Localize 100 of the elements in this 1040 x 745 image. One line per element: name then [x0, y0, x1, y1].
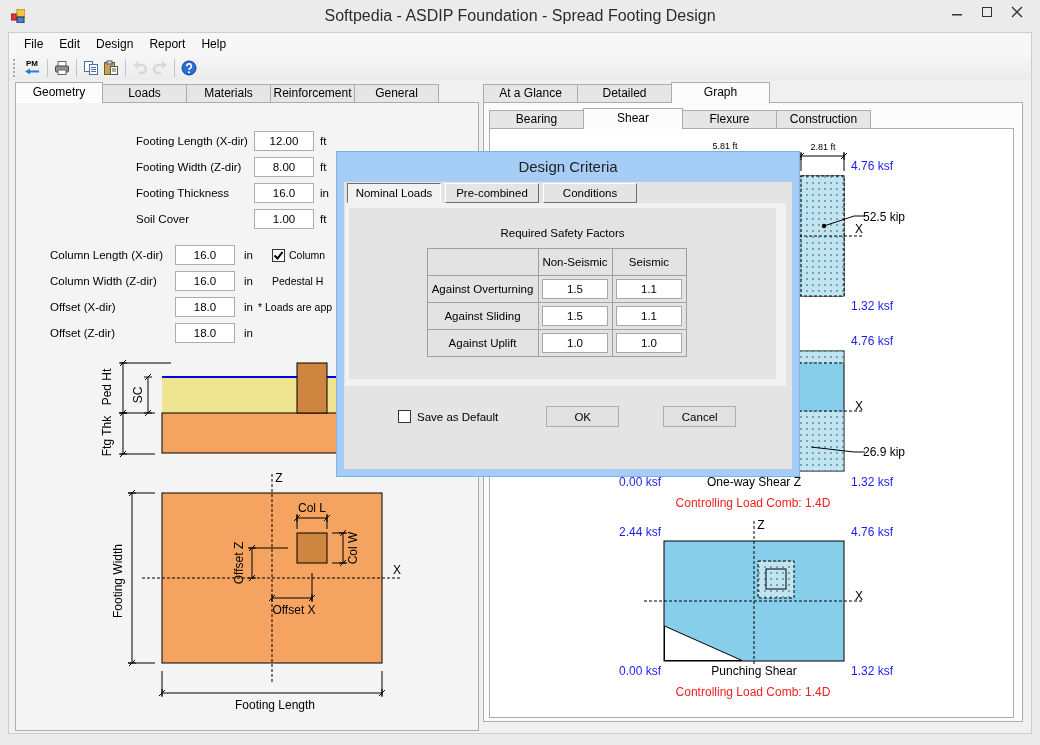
arrow-icon: [24, 68, 40, 75]
force-value: 26.9 kip: [863, 445, 906, 459]
pressure-value: 1.32 ksf: [851, 475, 894, 489]
dimension-line: [797, 151, 848, 172]
dialog-title: Design Criteria: [517, 157, 619, 177]
field-label: Footing Thickness: [136, 187, 231, 199]
tab[interactable]: General: [354, 84, 439, 102]
dimension-label: Offset X: [272, 603, 316, 617]
tab[interactable]: Pre-combined: [445, 183, 539, 203]
tab[interactable]: Graph: [671, 82, 770, 103]
tab[interactable]: Nominal Loads: [347, 183, 441, 203]
input-field[interactable]: 16.0: [175, 245, 235, 265]
menu-item[interactable]: Edit: [51, 37, 89, 51]
printer-icon[interactable]: [54, 59, 70, 76]
input-field[interactable]: 1.5: [542, 279, 608, 299]
dimension-line: [247, 544, 289, 582]
app-icon: [11, 9, 25, 23]
axis-label: Z: [757, 518, 765, 532]
dimension-label: Footing Length: [234, 698, 316, 712]
field-label: Column Width (Z-dir): [50, 275, 158, 287]
pm-button[interactable]: PM: [23, 60, 41, 75]
checkbox-label: Save as Default: [417, 410, 499, 423]
pressure-value: 0.00 ksf: [619, 664, 662, 678]
pressure-value: 1.32 ksf: [851, 299, 894, 313]
tab[interactable]: Shear: [583, 108, 683, 129]
tab[interactable]: Conditions: [543, 183, 637, 203]
copy-icon[interactable]: [83, 59, 99, 76]
tab[interactable]: Flexure: [682, 110, 777, 128]
dimension-label: 2.81 ft: [810, 142, 836, 152]
input-field[interactable]: 12.00: [254, 131, 314, 151]
menu-item[interactable]: File: [16, 37, 52, 51]
dimension-label: 5.81 ft: [712, 141, 738, 151]
dimension-label: Footing Width: [111, 544, 125, 618]
pressure-value: 4.76 ksf: [851, 525, 894, 539]
unit-label: in: [244, 327, 254, 339]
column-header: Non-Seismic: [538, 248, 612, 276]
note-text: * Loads are app: [258, 301, 333, 313]
tab[interactable]: Geometry: [15, 82, 103, 103]
field-label: Column Length (X-dir): [50, 249, 165, 261]
pressure-value: 0.00 ksf: [619, 475, 662, 489]
unit-label: in: [244, 301, 254, 313]
menu-item[interactable]: Report: [141, 37, 194, 51]
axis-label: Z: [275, 471, 283, 485]
input-field[interactable]: 16.0: [254, 183, 314, 203]
input-field[interactable]: 18.0: [175, 297, 235, 317]
help-icon[interactable]: [181, 59, 197, 76]
axis-label: X: [855, 399, 863, 413]
input-field[interactable]: 16.0: [175, 271, 235, 291]
tab[interactable]: Detailed: [577, 84, 672, 102]
load-combination: Controlling Load Comb: 1.4D: [675, 496, 831, 510]
input-field[interactable]: 1.0: [542, 333, 608, 353]
input-field[interactable]: 1.1: [616, 279, 682, 299]
field-label: Footing Length (X-dir): [136, 135, 248, 147]
field-label: Footing Width (Z-dir): [136, 161, 243, 173]
input-field[interactable]: 1.00: [254, 209, 314, 229]
unit-label: in: [244, 275, 254, 287]
unit-label: ft: [320, 161, 328, 173]
pressure-value: 1.32 ksf: [851, 664, 894, 678]
window-title: Softpedia - ASDIP Foundation - Spread Footing Design: [324, 7, 716, 25]
checkbox[interactable]: [272, 248, 285, 262]
input-field[interactable]: 1.0: [616, 333, 682, 353]
field-label: Pedestal H: [271, 275, 325, 287]
input-field[interactable]: 1.1: [616, 306, 682, 326]
dimension-label: SC: [131, 386, 145, 404]
tab[interactable]: Reinforcement: [270, 84, 355, 102]
field-label: Offset (Z-dir): [50, 327, 116, 339]
input-field[interactable]: 1.5: [542, 306, 608, 326]
tab[interactable]: Loads: [102, 84, 187, 102]
dimension-label: Col L: [298, 501, 326, 515]
menu-item[interactable]: Help: [193, 37, 235, 51]
tab[interactable]: Construction: [776, 110, 871, 128]
pressure-value: 2.44 ksf: [619, 525, 662, 539]
checkbox[interactable]: [398, 410, 411, 423]
unit-label: in: [320, 187, 329, 199]
tab[interactable]: Bearing: [489, 110, 584, 128]
pressure-value: 4.76 ksf: [851, 334, 894, 348]
input-field[interactable]: 18.0: [175, 323, 235, 343]
dimension-label: Ped Ht: [100, 368, 114, 406]
unit-label: ft: [320, 213, 328, 225]
dimension-label: Ftg Thk: [100, 415, 114, 457]
row-header: Against Sliding: [427, 302, 538, 330]
column-header: Seismic: [612, 248, 686, 276]
field-label: Soil Cover: [136, 213, 191, 225]
tab[interactable]: At a Glance: [483, 84, 578, 102]
checkbox-label: Column: [289, 249, 326, 261]
input-field[interactable]: 8.00: [254, 157, 314, 177]
graph-title: One-way Shear Z: [707, 475, 801, 489]
dialog-button[interactable]: OK: [546, 406, 620, 427]
field-label: Offset (X-dir): [50, 301, 117, 313]
unit-label: ft: [320, 135, 328, 147]
axis-label: X: [855, 589, 863, 603]
load-combination: Controlling Load Comb: 1.4D: [675, 685, 831, 699]
menu-item[interactable]: Design: [88, 37, 142, 51]
clipboard-icon[interactable]: [103, 59, 119, 76]
axis-label: X: [855, 222, 863, 236]
dialog-button[interactable]: Cancel: [663, 406, 737, 427]
graph-title: Punching Shear: [711, 664, 797, 678]
tab[interactable]: Materials: [186, 84, 271, 102]
dimension-label: Offset Z: [232, 541, 246, 585]
row-header: Against Overturning: [427, 275, 538, 303]
